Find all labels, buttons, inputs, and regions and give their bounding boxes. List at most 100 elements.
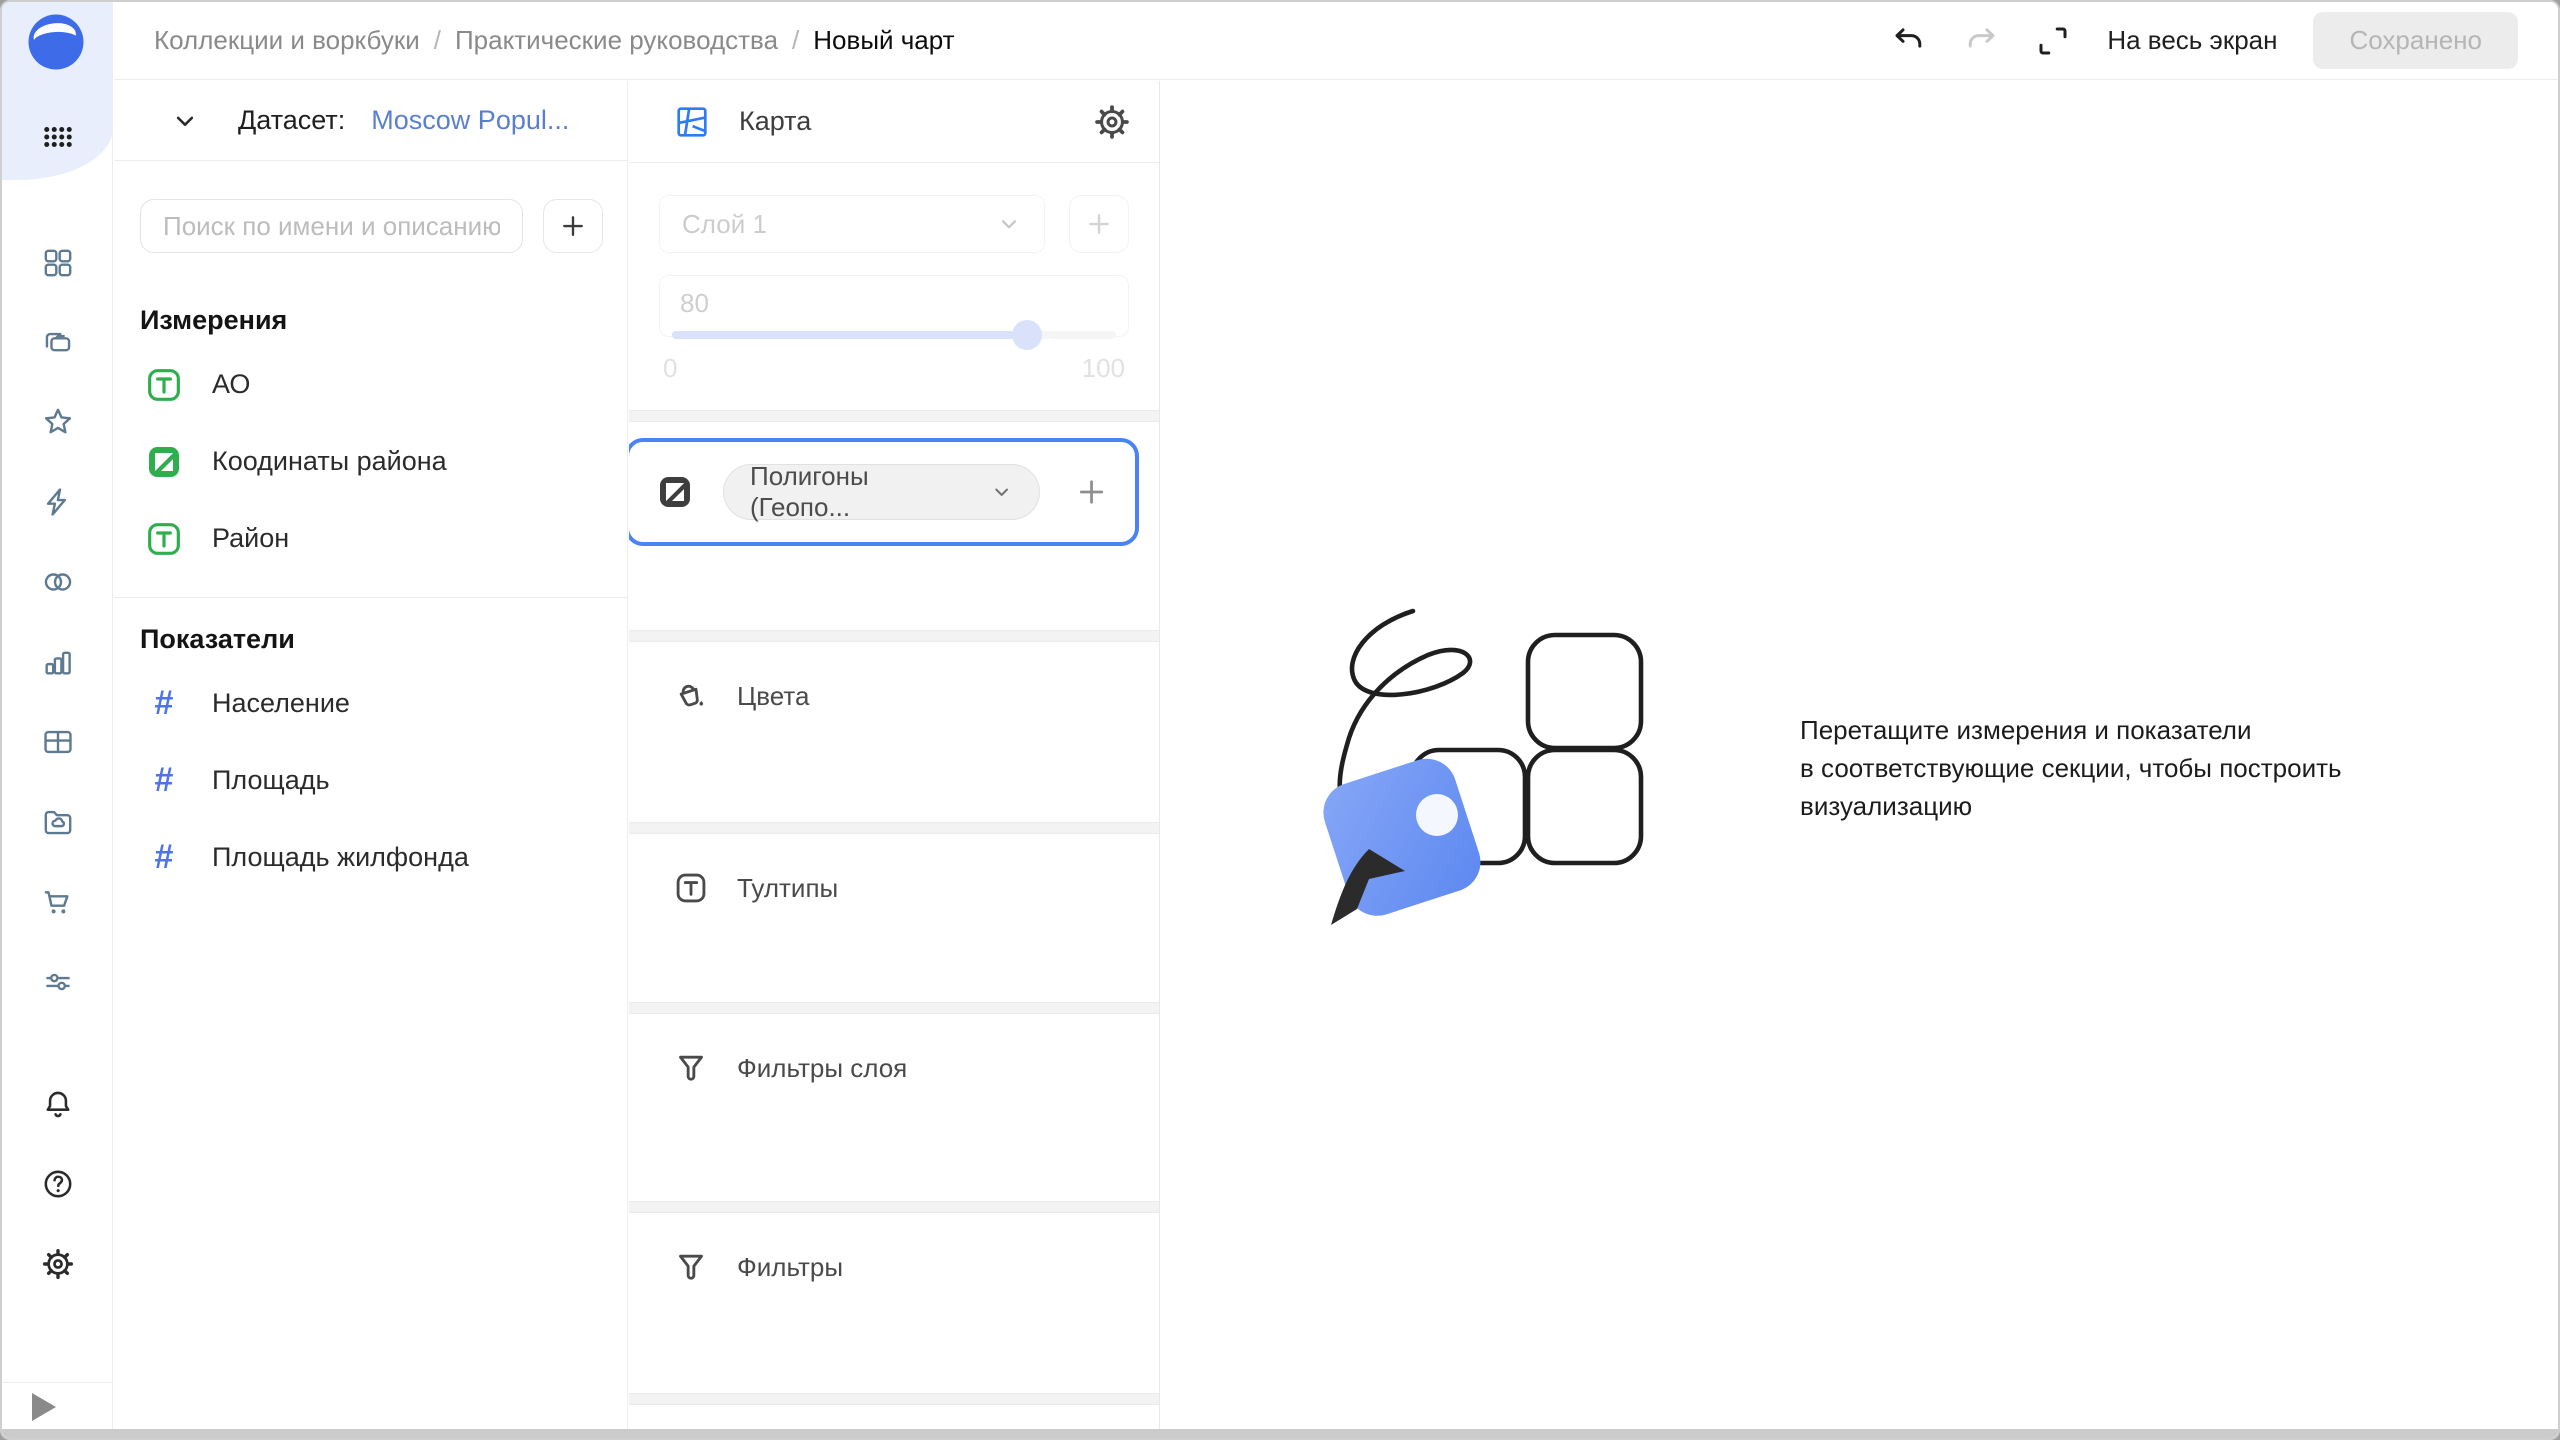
sliders-icon <box>41 965 75 999</box>
layer-select-value: Слой 1 <box>682 209 767 240</box>
layer-select[interactable]: Слой 1 <box>659 195 1045 253</box>
sidebar-item-help[interactable] <box>41 1167 75 1201</box>
all-services-grid-icon[interactable] <box>38 122 78 152</box>
lightning-icon <box>41 485 75 519</box>
collections-icon <box>41 325 75 359</box>
number-hash-icon: # <box>144 761 184 800</box>
sidebar-item-storage[interactable] <box>41 805 75 839</box>
sidebar-item-lightning[interactable] <box>41 485 75 519</box>
sidebar-item-rings[interactable] <box>41 565 75 599</box>
opacity-slider-track[interactable] <box>672 331 1116 339</box>
colors-section-label: Цвета <box>737 681 809 712</box>
topbar-actions: На весь экран Сохранено <box>1891 12 2518 69</box>
field-label: АО <box>212 369 250 400</box>
field-label: Площадь <box>212 765 330 796</box>
text-field-icon <box>144 519 184 559</box>
squares-grid-icon <box>41 246 75 280</box>
sidebar-item-marketplace[interactable] <box>41 885 75 919</box>
left-rail <box>2 2 113 1429</box>
redo-icon[interactable] <box>1963 23 1999 59</box>
measures-title: Показатели <box>140 624 627 655</box>
add-layer-button[interactable] <box>1069 195 1129 253</box>
sidebar-item-charts[interactable] <box>41 645 75 679</box>
expand-rail-arrow-icon[interactable] <box>32 1393 56 1421</box>
colors-section[interactable]: Цвета <box>629 642 1159 822</box>
geotype-select[interactable]: Полигоны (Геопо... <box>723 464 1040 520</box>
fullscreen-expand-icon[interactable] <box>2035 23 2071 59</box>
tooltip-icon <box>673 870 709 906</box>
grid-square-top-right <box>1528 635 1641 748</box>
breadcrumb: Коллекции и воркбуки / Практические руко… <box>154 25 955 56</box>
sidebar-item-settings[interactable] <box>41 1247 75 1281</box>
search-input[interactable] <box>140 199 523 253</box>
tooltips-section[interactable]: Тултипы <box>629 834 1159 1002</box>
field-row-housing-area[interactable]: # Площадь жилфонда <box>144 819 627 896</box>
chart-type-header: Карта <box>629 81 1159 163</box>
drag-drop-illustration <box>1313 603 1649 943</box>
number-hash-icon: # <box>144 684 184 723</box>
field-label: Население <box>212 688 350 719</box>
sidebar-item-notifications[interactable] <box>41 1087 75 1121</box>
dataset-label: Датасет: <box>238 105 345 136</box>
layer-opacity-input[interactable]: 80 <box>659 275 1129 337</box>
dataset-name-link[interactable]: Moscow Popul... <box>371 105 569 136</box>
fields-divider <box>114 597 627 598</box>
breadcrumb-collections[interactable]: Коллекции и воркбуки <box>154 25 420 56</box>
bell-icon <box>41 1087 75 1121</box>
filters-section[interactable]: Фильтры <box>629 1213 1159 1393</box>
opacity-value: 80 <box>680 288 709 319</box>
empty-section <box>629 1405 1159 1429</box>
field-row-area[interactable]: # Площадь <box>144 742 627 819</box>
opacity-slider-knob[interactable] <box>1012 320 1042 350</box>
funnel-icon <box>673 1249 709 1285</box>
saved-button[interactable]: Сохранено <box>2313 12 2518 69</box>
rail-divider <box>2 1382 112 1383</box>
map-chart-icon <box>673 103 711 141</box>
chart-config-panel: Карта Слой 1 80 <box>629 81 1160 1429</box>
fullscreen-button[interactable]: На весь экран <box>2107 25 2277 56</box>
hint-line: в соответствующие секции, чтобы построит… <box>1800 749 2400 787</box>
section-gap <box>629 630 1159 642</box>
breadcrumb-guides[interactable]: Практические руководства <box>455 25 778 56</box>
text-field-icon <box>144 365 184 405</box>
layer-filters-section[interactable]: Фильтры слоя <box>629 1014 1159 1201</box>
gear-icon <box>41 1247 75 1281</box>
sidebar-item-sliders[interactable] <box>41 965 75 999</box>
geotype-section: Полигоны (Геопо... <box>629 422 1159 630</box>
undo-icon[interactable] <box>1891 23 1927 59</box>
chart-settings-gear-icon[interactable] <box>1093 103 1131 141</box>
chevron-down-icon[interactable] <box>170 106 200 136</box>
chevron-down-icon <box>996 211 1022 237</box>
field-row-coordinates[interactable]: Коодинаты района <box>144 423 627 500</box>
field-row-ao[interactable]: АО <box>144 346 627 423</box>
folder-cloud-icon <box>41 805 75 839</box>
layer-block: Слой 1 80 0 100 <box>629 163 1159 410</box>
breadcrumb-current-chart: Новый чарт <box>813 25 954 56</box>
datalens-logo-icon[interactable] <box>24 12 88 72</box>
sidebar-item-tables[interactable] <box>41 725 75 759</box>
breadcrumb-separator: / <box>792 25 799 56</box>
funnel-icon <box>673 1050 709 1086</box>
field-row-district[interactable]: Район <box>144 500 627 577</box>
chevron-down-icon <box>990 480 1013 504</box>
table-icon <box>41 725 75 759</box>
visualization-canvas: Перетащите измерения и показатели в соот… <box>1161 81 2558 1429</box>
plus-icon <box>1074 474 1109 510</box>
hint-line: визуализацию <box>1800 787 2400 825</box>
dataset-fields-panel: Датасет: Moscow Popul... Измерения АО Ко… <box>114 81 628 1429</box>
chart-type-label[interactable]: Карта <box>739 106 811 137</box>
field-row-population[interactable]: # Население <box>144 665 627 742</box>
add-field-button[interactable] <box>543 199 603 253</box>
opacity-max-label: 100 <box>1082 353 1125 384</box>
sidebar-item-favorites[interactable] <box>41 405 75 439</box>
dimensions-title: Измерения <box>140 305 627 336</box>
breadcrumb-separator: / <box>434 25 441 56</box>
sidebar-item-dashboards[interactable] <box>41 246 75 280</box>
add-geotype-field-button[interactable] <box>1074 474 1109 510</box>
layer-filters-section-label: Фильтры слоя <box>737 1053 907 1084</box>
fields-search-row <box>140 199 603 253</box>
sidebar-item-collections[interactable] <box>41 325 75 359</box>
section-gap <box>629 1201 1159 1213</box>
bottom-scrollbar[interactable] <box>2 1429 2558 1438</box>
field-label: Коодинаты района <box>212 446 447 477</box>
